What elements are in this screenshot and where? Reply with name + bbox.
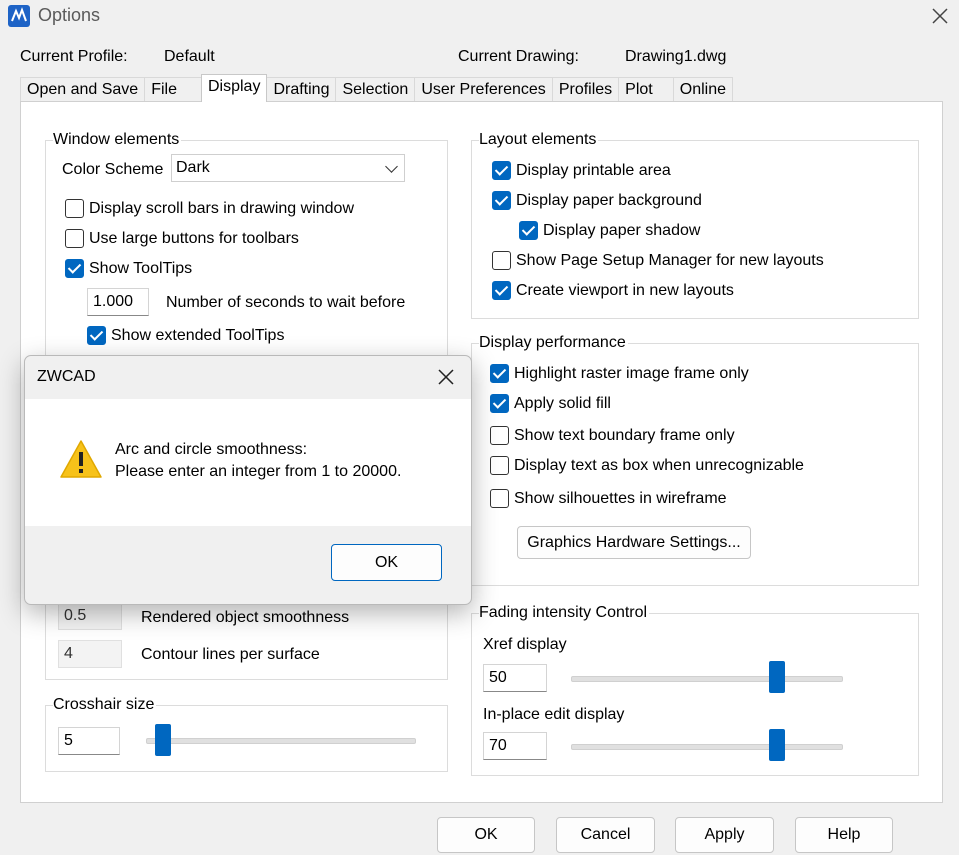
inplace-edit-input[interactable]: 70	[483, 732, 547, 760]
silhouettes-label: Show silhouettes in wireframe	[514, 490, 727, 507]
fading-intensity-title: Fading intensity Control	[479, 604, 650, 622]
tab-file[interactable]: File	[144, 77, 202, 102]
tab-display[interactable]: Display	[200, 74, 268, 102]
paper-background-checkbox[interactable]	[492, 191, 511, 210]
paper-shadow-label: Display paper shadow	[543, 222, 701, 239]
extended-tooltips-checkbox[interactable]	[87, 326, 106, 345]
crosshair-size-input[interactable]: 5	[58, 727, 120, 755]
tooltip-seconds-input[interactable]: 1.000	[87, 288, 149, 316]
xref-slider-thumb[interactable]	[769, 661, 785, 693]
dialog-ok-button[interactable]: OK	[331, 544, 442, 581]
cancel-button[interactable]: Cancel	[556, 817, 655, 853]
crosshair-title: Crosshair size	[53, 696, 157, 714]
rendered-smoothness-input[interactable]: 0.5	[58, 602, 122, 630]
contour-lines-label: Contour lines per surface	[141, 646, 320, 663]
inplace-slider-thumb[interactable]	[769, 729, 785, 761]
color-scheme-label: Color Scheme	[62, 161, 164, 178]
dialog-body: Arc and circle smoothness: Please enter …	[25, 399, 471, 526]
xref-display-label: Xref display	[483, 636, 567, 653]
window-title: Options	[38, 5, 101, 25]
tab-user-preferences[interactable]: User Preferences	[414, 77, 553, 102]
xref-display-input[interactable]: 50	[483, 664, 547, 692]
help-button[interactable]: Help	[795, 817, 893, 853]
paper-shadow-checkbox[interactable]	[519, 221, 538, 240]
crosshair-slider-thumb[interactable]	[155, 724, 171, 756]
text-as-box-checkbox[interactable]	[490, 456, 509, 475]
current-drawing-label: Current Drawing:	[458, 48, 579, 65]
show-tooltips-label: Show ToolTips	[89, 260, 193, 277]
tooltip-seconds-label: Number of seconds to wait before	[166, 294, 406, 311]
create-viewport-label: Create viewport in new layouts	[516, 282, 734, 299]
extended-tooltips-label: Show extended ToolTips	[111, 327, 285, 344]
show-tooltips-checkbox[interactable]	[65, 259, 84, 278]
tab-plot[interactable]: Plot	[618, 77, 674, 102]
current-profile-value: Default	[164, 48, 215, 65]
dialog-message-line2: Please enter an integer from 1 to 20000.	[115, 463, 402, 480]
close-icon[interactable]	[928, 4, 952, 28]
large-buttons-label: Use large buttons for toolbars	[89, 230, 299, 247]
tab-selection[interactable]: Selection	[335, 77, 416, 102]
solid-fill-label: Apply solid fill	[514, 395, 611, 412]
tab-drafting[interactable]: Drafting	[266, 77, 337, 102]
tab-online[interactable]: Online	[672, 77, 733, 102]
app-icon	[8, 5, 30, 27]
create-viewport-checkbox[interactable]	[492, 281, 511, 300]
highlight-raster-label: Highlight raster image frame only	[514, 365, 749, 382]
scroll-bars-checkbox[interactable]	[65, 199, 84, 218]
text-boundary-label: Show text boundary frame only	[514, 427, 735, 444]
xref-slider-track[interactable]	[571, 676, 843, 682]
ok-button[interactable]: OK	[437, 817, 535, 853]
color-scheme-select[interactable]: Dark	[171, 154, 405, 182]
scroll-bars-label: Display scroll bars in drawing window	[89, 200, 354, 217]
contour-lines-input[interactable]: 4	[58, 640, 122, 668]
chevron-down-icon	[385, 160, 398, 173]
dialog-title: ZWCAD	[37, 368, 96, 385]
printable-area-checkbox[interactable]	[492, 161, 511, 180]
apply-button[interactable]: Apply	[675, 817, 774, 853]
tab-profiles[interactable]: Profiles	[551, 77, 620, 102]
large-buttons-checkbox[interactable]	[65, 229, 84, 248]
solid-fill-checkbox[interactable]	[490, 394, 509, 413]
color-scheme-value: Dark	[176, 159, 210, 176]
display-performance-title: Display performance	[479, 334, 628, 352]
current-profile-label: Current Profile:	[20, 48, 128, 65]
window-elements-title: Window elements	[53, 131, 182, 149]
dialog-close-icon[interactable]	[435, 366, 457, 388]
highlight-raster-checkbox[interactable]	[490, 364, 509, 383]
printable-area-label: Display printable area	[516, 162, 671, 179]
page-setup-manager-label: Show Page Setup Manager for new layouts	[516, 252, 824, 269]
tab-strip: Open and Save File Display Drafting Sele…	[20, 74, 733, 102]
dialog-message-line1: Arc and circle smoothness:	[115, 441, 308, 458]
tab-open-and-save[interactable]: Open and Save	[20, 77, 146, 102]
current-drawing-value: Drawing1.dwg	[625, 48, 727, 65]
paper-background-label: Display paper background	[516, 192, 702, 209]
text-as-box-label: Display text as box when unrecognizable	[514, 457, 804, 474]
silhouettes-checkbox[interactable]	[490, 489, 509, 508]
inplace-slider-track[interactable]	[571, 744, 843, 750]
inplace-edit-label: In-place edit display	[483, 706, 625, 723]
graphics-hardware-settings-button[interactable]: Graphics Hardware Settings...	[517, 526, 751, 559]
page-setup-manager-checkbox[interactable]	[492, 251, 511, 270]
layout-elements-title: Layout elements	[479, 131, 599, 149]
crosshair-slider-track[interactable]	[146, 738, 416, 744]
warning-icon	[59, 439, 103, 479]
rendered-smoothness-label: Rendered object smoothness	[141, 609, 350, 626]
text-boundary-checkbox[interactable]	[490, 426, 509, 445]
zwcad-message-dialog: ZWCAD Arc and circle smoothness: Please …	[24, 355, 472, 605]
